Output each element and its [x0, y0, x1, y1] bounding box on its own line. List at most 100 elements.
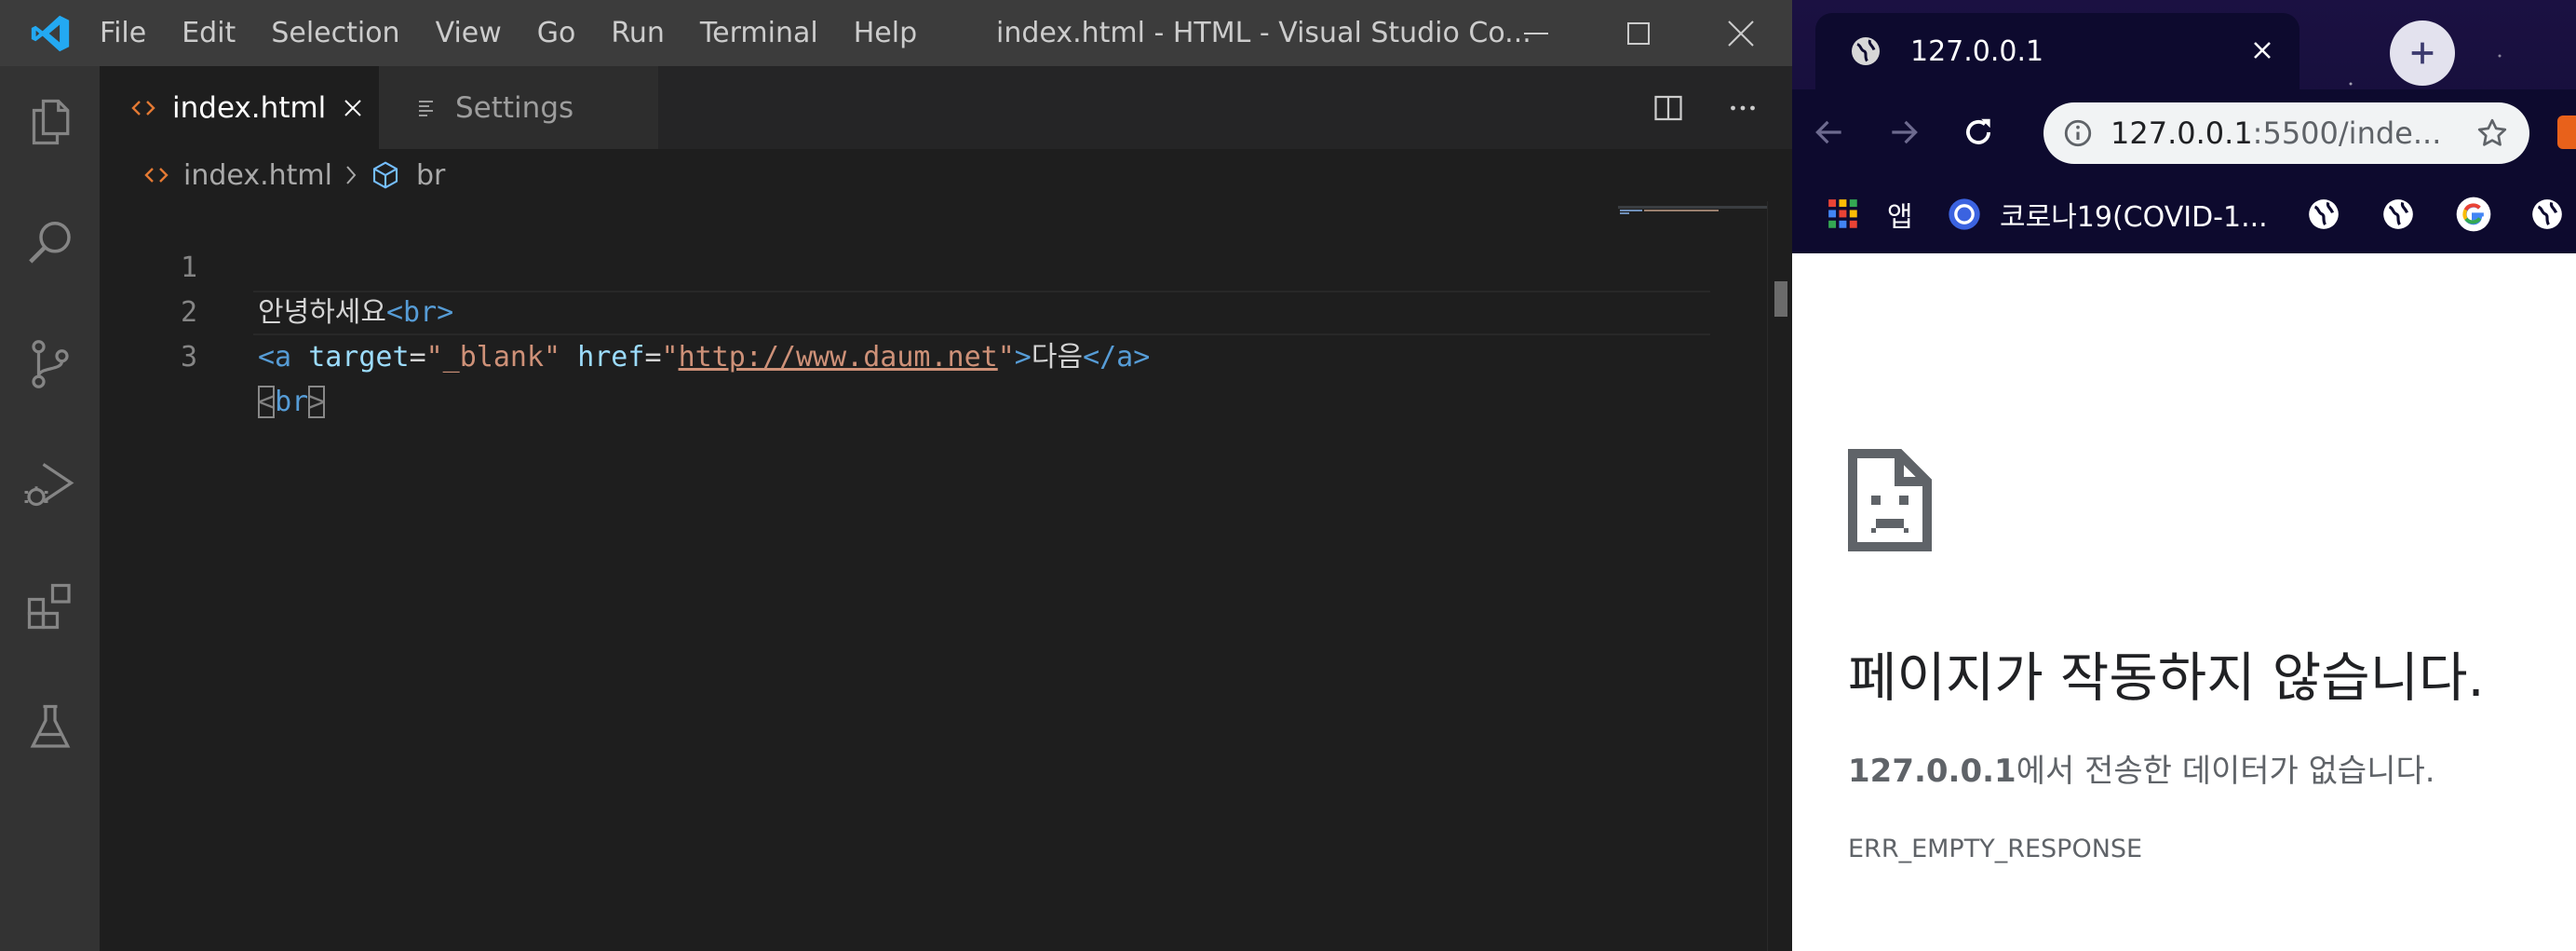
- code-tag-a-open: <a: [258, 341, 292, 374]
- google-icon: [2456, 197, 2491, 232]
- split-editor-icon: [1654, 95, 1682, 120]
- error-description-text: 에서 전송한 데이터가 없습니다.: [2016, 753, 2435, 790]
- plus-icon: [2411, 42, 2434, 64]
- code-editor[interactable]: 1 안녕하세요<br> 2 <a target="_blank" href="h…: [100, 201, 1792, 951]
- menu-run[interactable]: Run: [593, 0, 682, 66]
- bookmark-globe-3[interactable]: [2529, 175, 2565, 253]
- globe-icon: [2309, 199, 2339, 229]
- code-quote: ": [997, 341, 1015, 374]
- minimap[interactable]: [1618, 201, 1767, 214]
- explorer-button[interactable]: [0, 66, 100, 178]
- settings-list-icon: [416, 97, 438, 119]
- breadcrumb-symbol[interactable]: br: [416, 159, 445, 192]
- minimize-button[interactable]: [1485, 0, 1587, 66]
- corona-site-icon: [1949, 198, 1980, 230]
- new-tab-button[interactable]: [2390, 20, 2455, 86]
- star-icon: [2477, 118, 2507, 146]
- browser-toolbar: 127.0.0.1:5500/inde...: [1792, 89, 2576, 175]
- code-line-3[interactable]: 3 <br>: [100, 291, 1608, 418]
- more-actions-button[interactable]: [1710, 66, 1775, 149]
- error-page: 페이지가 작동하지 않습니다. 127.0.0.1에서 전송한 데이터가 없습니…: [1792, 253, 2576, 951]
- browser-tab[interactable]: 127.0.0.1: [1815, 13, 2300, 89]
- menu-file[interactable]: File: [100, 0, 164, 66]
- source-control-button[interactable]: [0, 308, 100, 420]
- bookmark-globe-2[interactable]: [2380, 175, 2416, 253]
- menu-edit[interactable]: Edit: [164, 0, 253, 66]
- minimap-preview: [1618, 206, 1767, 214]
- files-icon: [32, 99, 69, 145]
- search-icon: [28, 222, 71, 264]
- code-line-1[interactable]: 1 안녕하세요<br>: [100, 201, 1608, 329]
- bookmark-corona-label: 코로나19(COVID-1...: [2000, 201, 2268, 234]
- menu-terminal[interactable]: Terminal: [682, 0, 836, 66]
- code-url-link[interactable]: http://www.daum.net: [679, 341, 998, 374]
- url-host: 127.0.0.1: [2111, 115, 2253, 151]
- vscode-logo-icon[interactable]: [0, 0, 100, 66]
- forward-button[interactable]: [1867, 89, 1941, 175]
- address-bar[interactable]: 127.0.0.1:5500/inde...: [2043, 102, 2529, 164]
- activity-bar: [0, 66, 100, 951]
- reload-button[interactable]: [1941, 89, 2016, 175]
- error-code: ERR_EMPTY_RESPONSE: [1848, 835, 2143, 863]
- extensions-icon: [27, 583, 71, 630]
- code-attr-target: target: [308, 341, 410, 374]
- globe-icon: [2532, 199, 2562, 229]
- close-icon: [1728, 20, 1754, 47]
- bookmark-apps[interactable]: 앱: [1827, 175, 1913, 253]
- code-tag-br: br: [275, 386, 309, 418]
- maximize-icon: [1627, 21, 1650, 45]
- tab-close-button[interactable]: [2246, 34, 2279, 67]
- info-icon[interactable]: [2062, 117, 2094, 149]
- breadcrumb-file[interactable]: index.html: [183, 159, 332, 192]
- arrow-left-icon: [1815, 120, 1841, 144]
- maximize-button[interactable]: [1587, 0, 1690, 66]
- extension-icon[interactable]: [2557, 115, 2576, 149]
- url-path: :5500/inde...: [2252, 115, 2442, 151]
- window-title: index.html - HTML - Visual Studio Co...: [996, 17, 1531, 49]
- search-button[interactable]: [0, 187, 100, 299]
- vscode-window: File Edit Selection View Go Run Terminal…: [0, 0, 1792, 951]
- split-editor-button[interactable]: [1636, 66, 1701, 149]
- breadcrumb: index.html br: [100, 149, 1792, 201]
- close-icon: [344, 99, 361, 116]
- bookmark-star-button[interactable]: [2472, 113, 2513, 154]
- bracket-open: <: [258, 386, 276, 418]
- menu-selection[interactable]: Selection: [253, 0, 417, 66]
- menu-view[interactable]: View: [418, 0, 519, 66]
- chrome-frame: 127.0.0.1 127.0.0.1:5500/inde... 앱 코로나1…: [1792, 0, 2576, 253]
- close-icon: [2254, 42, 2271, 59]
- apps-grid-icon: [1828, 199, 1857, 228]
- tab-index-html[interactable]: index.html: [100, 66, 379, 149]
- bookmark-google[interactable]: [2455, 175, 2492, 253]
- globe-icon: [2383, 199, 2413, 229]
- menu-go[interactable]: Go: [519, 0, 594, 66]
- bookmark-corona[interactable]: 코로나19(COVID-1...: [1946, 175, 2268, 253]
- run-debug-icon: [24, 463, 74, 507]
- close-window-button[interactable]: [1690, 0, 1792, 66]
- bookmark-apps-label: 앱: [1887, 201, 1913, 234]
- symbol-cube-icon: [370, 160, 401, 190]
- tab-label: Settings: [455, 90, 574, 125]
- ellipsis-icon: [1731, 105, 1755, 110]
- html-file-icon: [144, 166, 169, 184]
- tab-close-button[interactable]: [343, 98, 363, 118]
- code-tag-a-close: </a>: [1083, 341, 1151, 374]
- run-debug-button[interactable]: [0, 429, 100, 541]
- testing-button[interactable]: [0, 672, 100, 783]
- bracket-close: >: [308, 386, 326, 418]
- html-file-icon: [131, 98, 155, 118]
- code-equals: =: [409, 341, 426, 374]
- flask-icon: [30, 704, 70, 748]
- chrome-window: 127.0.0.1 127.0.0.1:5500/inde... 앱 코로나1…: [1792, 0, 2576, 951]
- minimize-icon: [1524, 32, 1548, 34]
- menu-help[interactable]: Help: [836, 0, 935, 66]
- back-button[interactable]: [1792, 89, 1867, 175]
- tab-settings[interactable]: Settings: [379, 66, 658, 149]
- tab-title: 127.0.0.1: [1910, 34, 2044, 68]
- code-line-2[interactable]: 2 <a target="_blank" href="http://www.da…: [100, 246, 1608, 374]
- bookmark-globe-1[interactable]: [2306, 175, 2341, 253]
- extensions-button[interactable]: [0, 550, 100, 662]
- titlebar: File Edit Selection View Go Run Terminal…: [0, 0, 1792, 66]
- code-link-text: 다음: [1031, 341, 1084, 374]
- code-equals: =: [644, 341, 662, 374]
